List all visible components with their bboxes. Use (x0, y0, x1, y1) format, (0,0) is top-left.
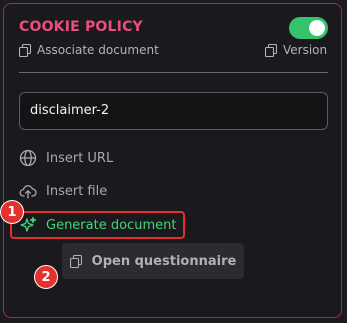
toggle-knob (309, 20, 325, 36)
enable-toggle[interactable] (289, 17, 328, 39)
generate-highlight-box (10, 211, 185, 239)
insert-url-action[interactable]: Insert URL (19, 149, 113, 167)
copy-icon (69, 254, 82, 268)
version-link[interactable]: Version (265, 43, 327, 57)
insert-file-label: Insert file (46, 183, 108, 199)
step-badge-1: 1 (0, 200, 24, 224)
associate-document-label: Associate document (37, 43, 159, 57)
divider (19, 72, 328, 73)
insert-url-label: Insert URL (46, 150, 114, 166)
open-questionnaire-label: Open questionnaire (91, 253, 237, 269)
cloud-upload-icon (19, 182, 37, 200)
panel-title: COOKIE POLICY (19, 19, 143, 35)
copy-icon (265, 43, 277, 57)
step-badge-2: 2 (34, 265, 58, 289)
globe-icon (19, 149, 37, 167)
insert-file-action[interactable]: Insert file (19, 182, 107, 200)
open-questionnaire-button[interactable]: Open questionnaire (62, 243, 244, 279)
copy-icon (19, 43, 31, 57)
associate-document-link[interactable]: Associate document (19, 43, 159, 57)
document-name-input[interactable]: disclaimer-2 (19, 92, 328, 130)
version-label: Version (283, 43, 328, 57)
